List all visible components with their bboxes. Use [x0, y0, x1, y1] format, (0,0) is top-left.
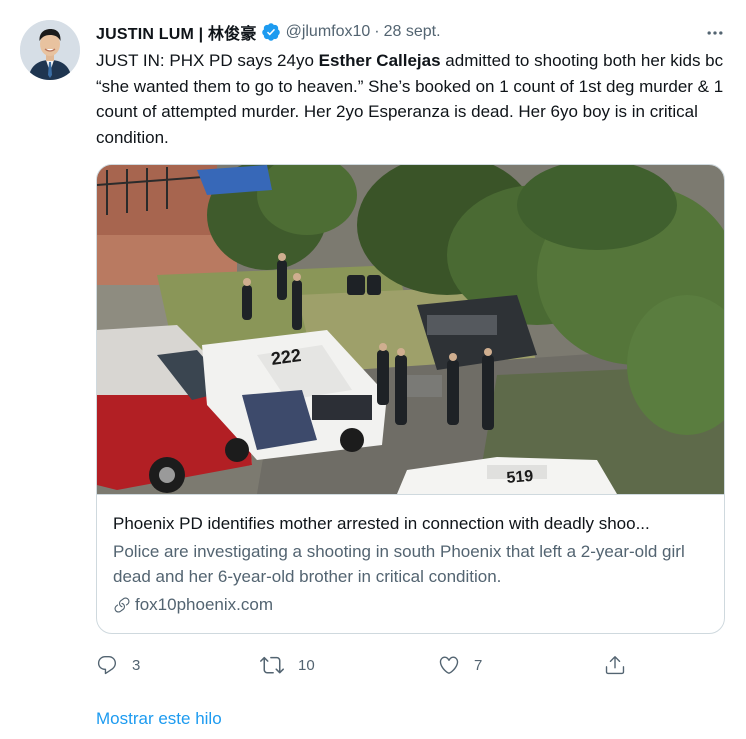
verified-badge-icon: [261, 22, 281, 42]
tweet-header: JUSTIN LUM | 林俊豪 @jlumfox10 · 28 sept.: [96, 20, 441, 44]
tweet-text-part-1: JUST IN: PHX PD says 24yo: [96, 51, 319, 70]
tweet-text-bold-name: Esther Callejas: [318, 51, 441, 70]
reply-count: 3: [132, 656, 141, 674]
tweet-date[interactable]: 28 sept.: [384, 23, 441, 41]
share-icon: [605, 656, 625, 675]
card-domain-text[interactable]: fox10phoenix.com: [135, 595, 273, 615]
show-thread-link[interactable]: Mostrar este hilo: [96, 709, 222, 729]
like-count: 7: [474, 656, 483, 674]
like-button[interactable]: 7: [438, 650, 482, 680]
more-options-button[interactable]: [700, 18, 730, 48]
card-image[interactable]: 222 519: [97, 165, 724, 494]
retweet-icon: [260, 656, 284, 674]
more-icon: [707, 31, 723, 35]
share-button[interactable]: [604, 650, 626, 680]
avatar[interactable]: [20, 20, 80, 80]
unit-number-519: 519: [506, 468, 534, 487]
tweet-text: JUST IN: PHX PD says 24yo Esther Calleja…: [96, 48, 732, 150]
retweet-button[interactable]: 10: [260, 650, 315, 680]
display-name[interactable]: JUSTIN LUM | 林俊豪: [96, 20, 257, 44]
separator-dot: ·: [374, 23, 380, 40]
tweet[interactable]: JUSTIN LUM | 林俊豪 @jlumfox10 · 28 sept. J…: [0, 0, 746, 739]
link-icon: [113, 596, 131, 614]
avatar-image: [20, 20, 80, 80]
author-handle[interactable]: @jlumfox10: [286, 23, 371, 41]
reply-button[interactable]: 3: [96, 650, 140, 680]
retweet-count: 10: [298, 656, 315, 674]
tweet-action-bar: 3 10 7: [96, 650, 636, 680]
aerial-scene-image: 222 519: [97, 165, 724, 494]
link-preview-card[interactable]: 222 519 Phoenix PD identifies mother arr…: [96, 164, 725, 634]
card-body: Phoenix PD identifies mother arrested in…: [97, 494, 724, 633]
card-domain: fox10phoenix.com: [113, 593, 273, 617]
reply-icon: [97, 656, 117, 675]
card-title[interactable]: Phoenix PD identifies mother arrested in…: [113, 513, 713, 535]
card-description: Police are investigating a shooting in s…: [113, 542, 685, 586]
like-icon: [439, 656, 459, 674]
unit-number-222: 222: [270, 345, 303, 369]
